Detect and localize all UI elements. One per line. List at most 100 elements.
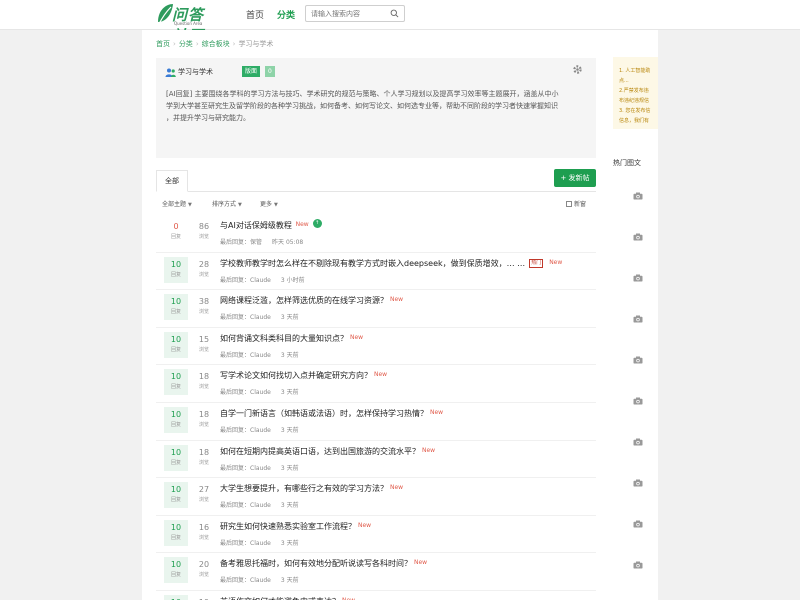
- last-reply-user[interactable]: Claude: [250, 540, 271, 547]
- reply-count-value: 10: [170, 485, 182, 495]
- thread-title[interactable]: 英语作文如何才能避免中式表达？: [220, 596, 340, 600]
- last-reply-user[interactable]: Claude: [250, 427, 271, 434]
- thread-title[interactable]: 写学术论文如何找切入点并确定研究方向？: [220, 370, 372, 381]
- reply-count: 10 回复: [164, 406, 188, 433]
- last-reply-user[interactable]: Claude: [250, 577, 271, 584]
- thread-row[interactable]: 10 回复 16 浏览 研究生如何快速熟悉实验室工作流程？ New 最后回复：Claude 3…: [156, 516, 596, 554]
- last-reply-label: 最后回复：: [220, 539, 251, 547]
- thread-row[interactable]: 10 回复 18 浏览 如何在短期内提高英语口语，达到出国旅游的交流水平？ New 最后回复…: [156, 441, 596, 479]
- camera-icon[interactable]: [633, 520, 643, 528]
- search-input[interactable]: [311, 9, 389, 19]
- breadcrumb-section[interactable]: 综合板块: [202, 40, 230, 48]
- filter-more[interactable]: 更多 ▼: [260, 199, 278, 208]
- last-reply-time: 3 天前: [280, 502, 299, 510]
- notice-panel: 1. 人工智能助 点... 2.严禁发布违 布违纪违规信 3. 您在发布信 信息，我们有: [613, 57, 658, 129]
- thread-title[interactable]: 如何背诵文科类科目的大量知识点？: [220, 333, 348, 344]
- nav-category[interactable]: 分类: [277, 8, 295, 21]
- last-reply-user[interactable]: 保管: [250, 239, 262, 246]
- thread-meta: 最后回复：Claude 3 天前: [220, 425, 299, 434]
- thread-title[interactable]: 自学一门新语言（如韩语或法语）时，怎样保持学习热情？: [220, 408, 428, 419]
- top-bar: 问答社区 Question Area 首页 分类: [0, 0, 800, 45]
- thread-title[interactable]: 研究生如何快速熟悉实验室工作流程？: [220, 521, 356, 532]
- view-count: 19浏览: [194, 595, 214, 600]
- new-window-toggle[interactable]: 新窗: [566, 199, 586, 208]
- thread-row[interactable]: 10 回复 15 浏览 如何背诵文科类科目的大量知识点？ New 最后回复：Claude 3 …: [156, 328, 596, 366]
- forum-description: [AI回复] 主要围绕各学科的学习方法与技巧、学术研究的规范与策略、个人学习规划…: [166, 88, 586, 124]
- site-logo[interactable]: 问答社区 Question Area: [156, 2, 218, 45]
- breadcrumb-home[interactable]: 首页: [156, 40, 170, 48]
- last-reply-label: 最后回复：: [220, 577, 251, 585]
- thread-title[interactable]: 学校教师教学时怎么样在不剔除现有教学方式时嵌入deepseek，做到保质增效，……: [220, 258, 525, 269]
- new-post-button[interactable]: + 发新帖: [554, 169, 596, 187]
- last-reply-label: 最后回复：: [220, 426, 251, 434]
- breadcrumb-separator: ›: [195, 40, 199, 48]
- nav-home[interactable]: 首页: [246, 8, 264, 21]
- reply-count-value: 10: [164, 595, 188, 600]
- view-count-value: 38: [198, 297, 210, 307]
- thread-row[interactable]: 10 回复 20 浏览 备考雅思托福时，如何有效地分配听说读写各科时间？ New 最后回复：…: [156, 553, 596, 591]
- thread-list: 0 回复 86 浏览 与AI对话保姆级教程 New ↑ 最后回复：保管 昨天 05:08 10 回复…: [156, 215, 596, 600]
- reply-count: 10 回复: [164, 557, 188, 584]
- view-count: 18 浏览: [194, 407, 214, 433]
- filter-sort[interactable]: 排序方式 ▼: [212, 199, 242, 208]
- camera-icon[interactable]: [633, 356, 643, 364]
- last-reply-user[interactable]: Claude: [250, 502, 271, 509]
- last-reply-user[interactable]: Claude: [250, 465, 271, 472]
- view-count-label: 浏览: [198, 271, 209, 278]
- camera-icon[interactable]: [633, 479, 643, 487]
- search-icon[interactable]: [390, 9, 399, 18]
- camera-icon[interactable]: [633, 438, 643, 446]
- thread-title[interactable]: 网络课程泛滥，怎样筛选优质的在线学习资源？: [220, 295, 388, 306]
- thread-meta: 最后回复：Claude 3 天前: [220, 538, 299, 547]
- thread-row[interactable]: 0 回复 86 浏览 与AI对话保姆级教程 New ↑ 最后回复：保管 昨天 05:08: [156, 215, 596, 253]
- camera-icon[interactable]: [633, 561, 643, 569]
- thread-row[interactable]: 10 回复 18 浏览 写学术论文如何找切入点并确定研究方向？ New 最后回复：Claud…: [156, 365, 596, 403]
- view-count-value: 28: [198, 259, 210, 269]
- gear-icon[interactable]: [572, 64, 583, 75]
- thread-row[interactable]: 10 回复 28 浏览 学校教师教学时怎么样在不剔除现有教学方式时嵌入deepseek，…: [156, 253, 596, 291]
- thread-title[interactable]: 大学生想要提升，有哪些行之有效的学习方法？: [220, 483, 388, 494]
- thread-title[interactable]: 如何在短期内提高英语口语，达到出国旅游的交流水平？: [220, 446, 420, 457]
- view-count-value: 18: [198, 409, 210, 419]
- thread-row[interactable]: 10回复19浏览英语作文如何才能避免中式表达？New最后回复：Claude3 天…: [156, 591, 596, 600]
- last-reply-user[interactable]: Claude: [250, 389, 271, 396]
- notice-line: 1. 人工智能助: [619, 68, 651, 74]
- reply-count: 10 回复: [164, 519, 188, 546]
- main-content: 首页 › 分类 › 综合板块 › 学习与学术 学习与学术 版面 0 [AI回复] 主要围绕各…: [142, 30, 610, 600]
- view-count-label: 浏览: [198, 234, 209, 240]
- view-count-value: 16: [198, 522, 210, 532]
- last-reply-user[interactable]: Claude: [250, 352, 271, 359]
- thread-meta: 最后回复：Claude 3 天前: [220, 500, 299, 509]
- last-reply-time: 3 天前: [280, 464, 299, 472]
- thread-title[interactable]: 与AI对话保姆级教程: [220, 220, 292, 231]
- moderator-badge[interactable]: 版面: [242, 66, 261, 77]
- reply-count-label: 回复: [170, 309, 181, 316]
- thread-meta: 最后回复：Claude 3 天前: [220, 387, 299, 396]
- new-badge: New: [414, 559, 428, 567]
- thread-meta: 最后回复：Claude 3 天前: [220, 575, 299, 584]
- reply-count: 10 回复: [164, 482, 188, 509]
- last-reply-user[interactable]: Claude: [250, 277, 271, 284]
- camera-icon[interactable]: [633, 315, 643, 323]
- last-reply-label: 最后回复：: [220, 389, 251, 397]
- camera-icon[interactable]: [633, 233, 643, 241]
- thread-title[interactable]: 备考雅思托福时，如何有效地分配听说读写各科时间？: [220, 558, 412, 569]
- tab-all[interactable]: 全部: [156, 170, 188, 192]
- breadcrumb: 首页 › 分类 › 综合板块 › 学习与学术: [156, 39, 273, 49]
- filter-all-threads[interactable]: 全部主题 ▼: [162, 199, 192, 208]
- last-reply-label: 最后回复：: [220, 276, 251, 284]
- new-badge: New: [358, 521, 372, 529]
- view-count: 18 浏览: [194, 445, 214, 471]
- breadcrumb-category[interactable]: 分类: [179, 40, 193, 48]
- last-reply-time: 3 天前: [280, 426, 299, 434]
- camera-icon[interactable]: [633, 274, 643, 282]
- view-count-label: 浏览: [198, 497, 209, 504]
- camera-icon[interactable]: [633, 192, 643, 200]
- thread-row[interactable]: 10 回复 38 浏览 网络课程泛滥，怎样筛选优质的在线学习资源？ New 最后回复：Cla…: [156, 290, 596, 328]
- thread-row[interactable]: 10 回复 18 浏览 自学一门新语言（如韩语或法语）时，怎样保持学习热情？ New 最后回…: [156, 403, 596, 441]
- view-count-value: 86: [198, 222, 210, 231]
- camera-icon[interactable]: [633, 397, 643, 405]
- thread-row[interactable]: 10 回复 27 浏览 大学生想要提升，有哪些行之有效的学习方法？ New 最后回复：Cla…: [156, 478, 596, 516]
- last-reply-label: 最后回复：: [220, 239, 251, 246]
- last-reply-user[interactable]: Claude: [250, 314, 271, 321]
